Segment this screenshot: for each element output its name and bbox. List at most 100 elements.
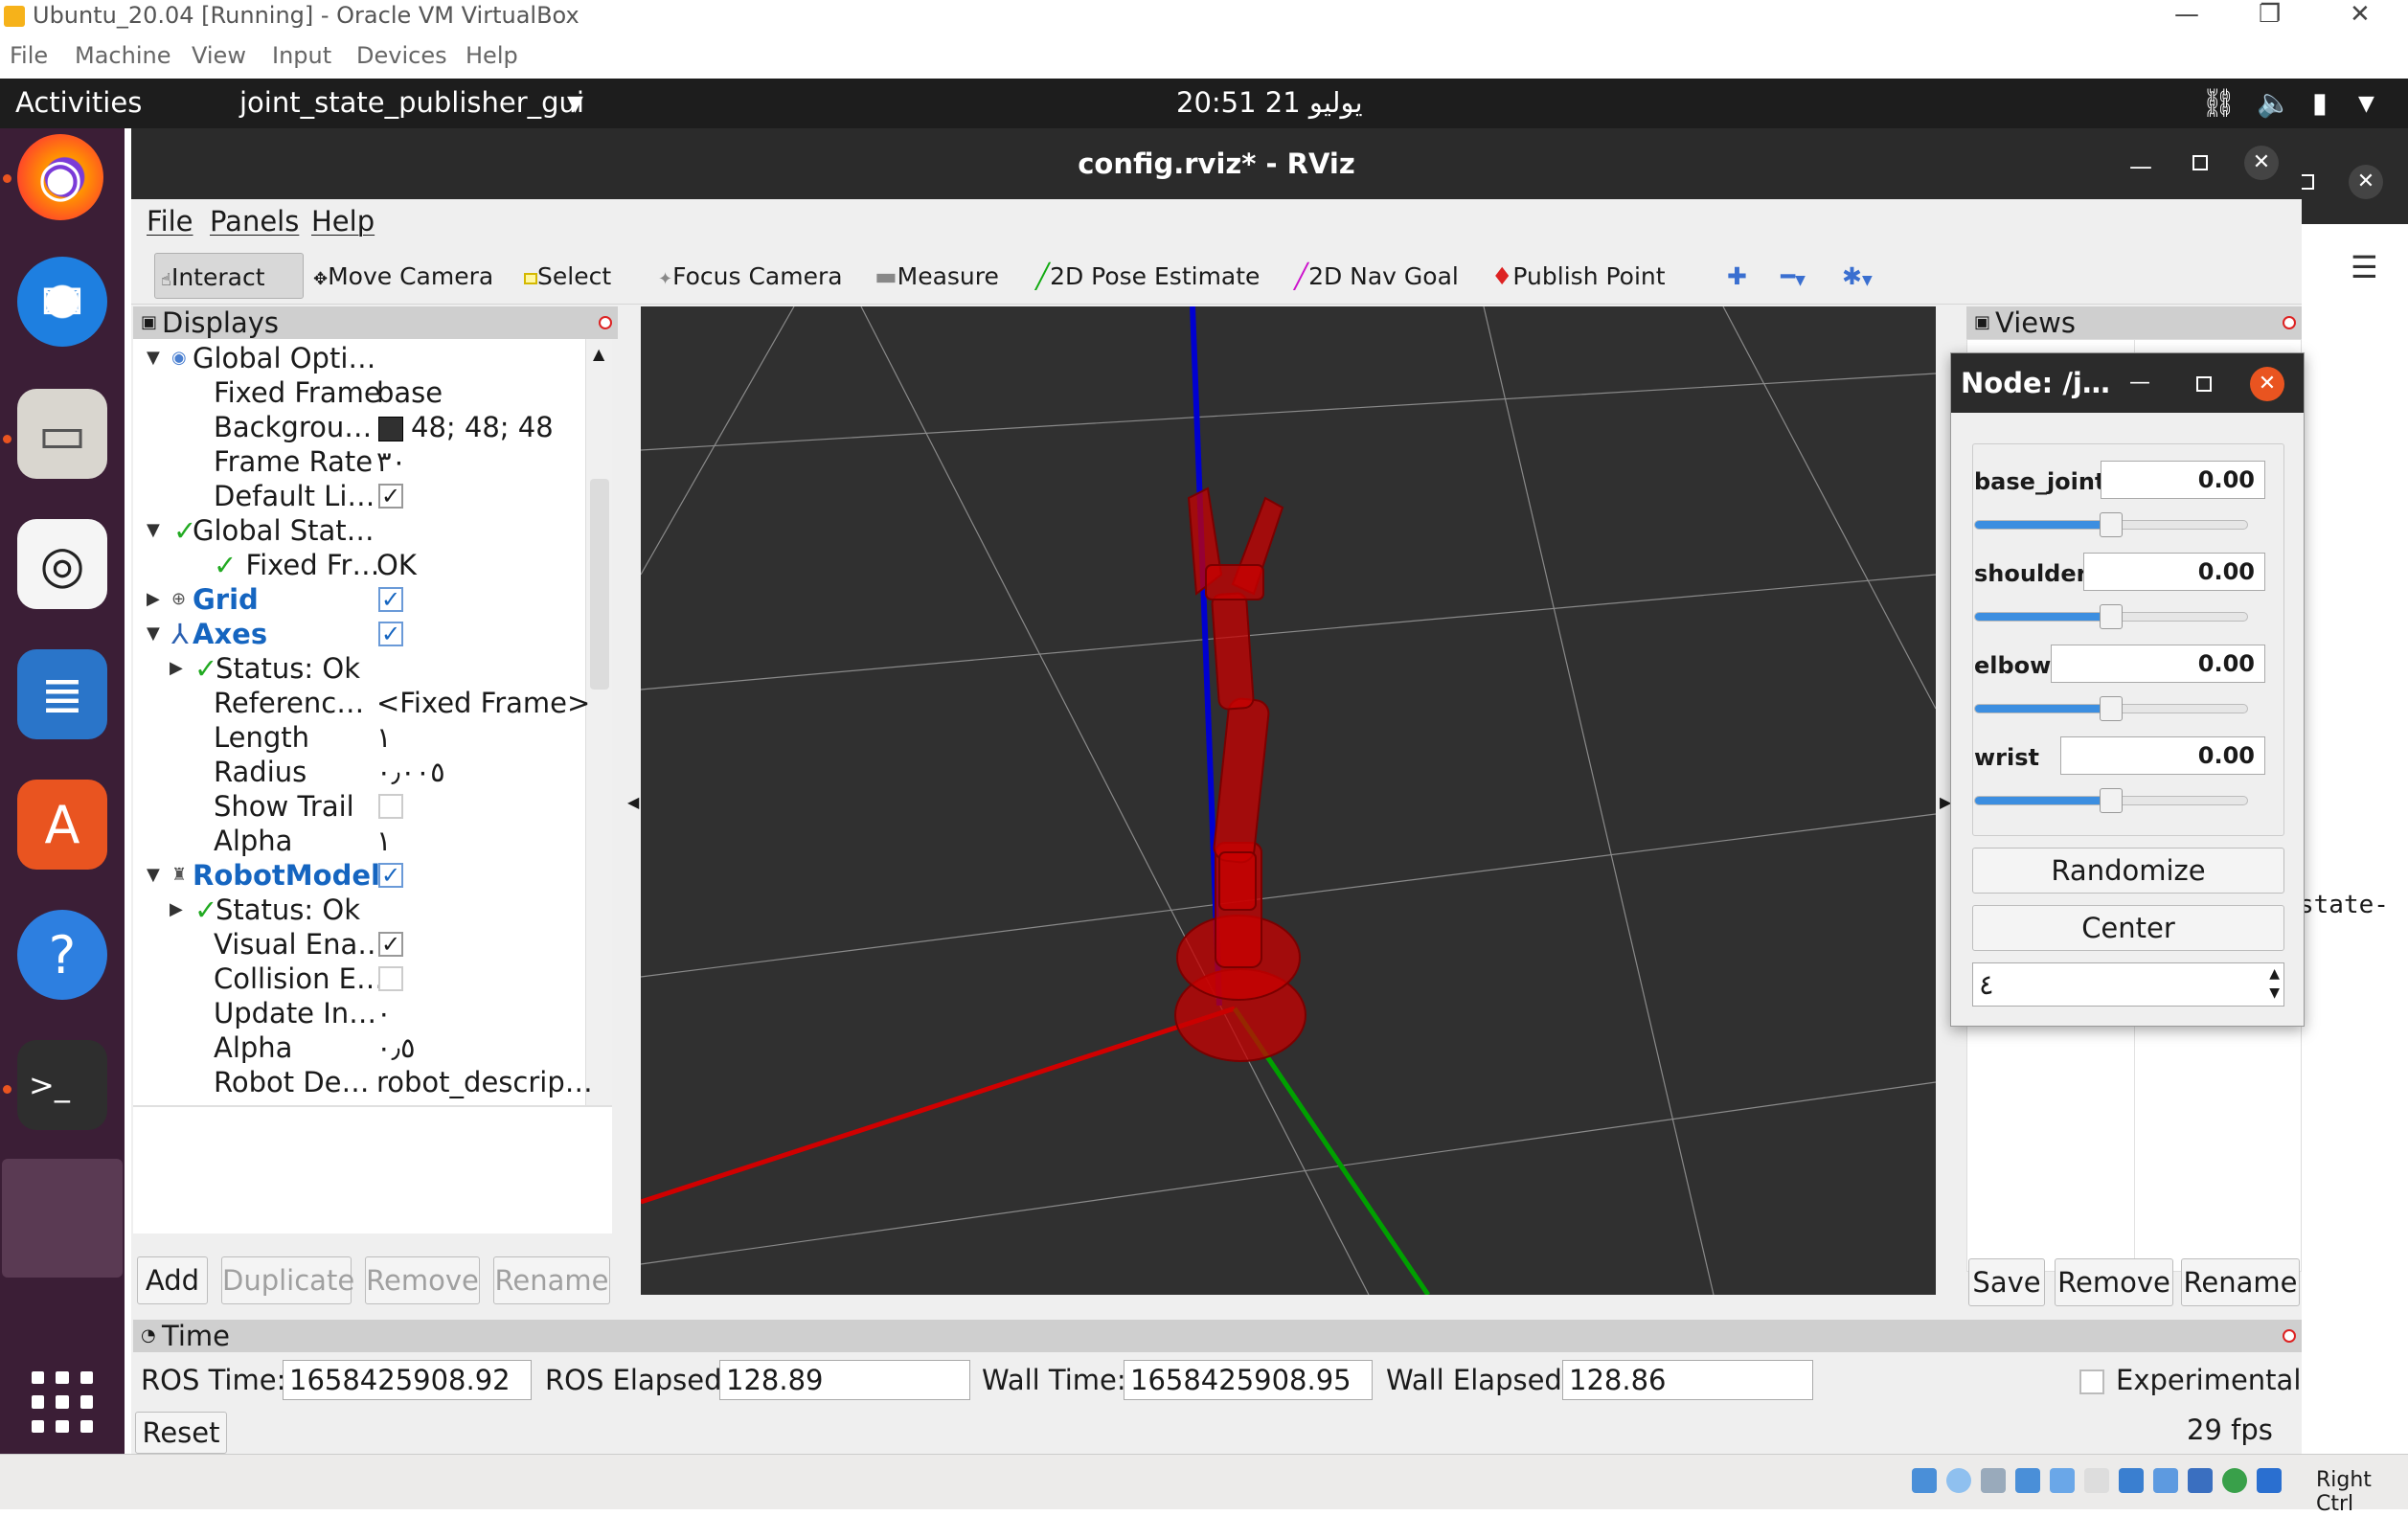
remove-view-button[interactable]: Remove [2055,1258,2173,1306]
rhythmbox-icon[interactable]: ◎ [17,519,107,609]
ros-elapsed-field[interactable]: 128.89 [719,1360,970,1400]
battery-icon[interactable]: ▮ [2312,86,2328,119]
close-icon[interactable]: ✕ [2244,146,2279,180]
tree-fixed-frame-status[interactable]: ✓ Fixed Fr… [214,548,379,582]
tree-robot-description[interactable]: Robot De… [214,1065,370,1099]
software-icon[interactable]: A [17,780,107,870]
joint-value-shoulder[interactable]: 0.00 [2083,553,2265,591]
menu-help[interactable]: Help [466,42,518,69]
expand-arrow-icon[interactable]: ▼ [147,341,160,375]
slider-handle[interactable] [2100,512,2123,537]
close-icon[interactable]: ✕ [2349,165,2383,199]
menu-devices[interactable]: Devices [356,42,447,69]
firefox-icon[interactable]: ◉ [17,134,103,220]
collision-enabled-checkbox[interactable] [378,966,403,991]
menu-help[interactable]: Help [311,205,375,238]
close-icon[interactable]: ✕ [2350,0,2371,29]
length-value[interactable]: ١ [376,720,392,755]
tool-publish-point[interactable]: ♦Publish Point [1486,253,1671,299]
audio-icon[interactable] [1981,1468,2006,1493]
add-tool-icon[interactable]: ✚ [1721,253,1753,299]
reset-button[interactable]: Reset [135,1412,227,1454]
files-icon[interactable]: ▭ [17,389,107,479]
robot-model-checkbox[interactable]: ✓ [378,863,403,888]
tool-select[interactable]: Select [518,253,617,299]
radius-value[interactable]: ٠٫٠٠٥ [376,755,445,789]
default-light-checkbox[interactable]: ✓ [378,484,403,509]
close-panel-icon[interactable] [599,316,612,329]
hamburger-menu-icon[interactable]: ☰ [2351,249,2378,285]
robot-description-value[interactable]: robot_descrip… [376,1065,593,1099]
joint-value-base[interactable]: 0.00 [2101,461,2265,499]
show-trail-checkbox[interactable] [378,794,403,819]
restore-icon[interactable]: ❐ [2259,0,2281,29]
minimize-icon[interactable]: — [2174,0,2199,29]
spin-down-icon[interactable]: ▼ [2269,984,2280,1002]
tool-focus-camera[interactable]: ✦Focus Camera [652,253,849,299]
remove-tool-icon[interactable]: ━▼ [1775,253,1811,299]
network-icon[interactable] [2015,1468,2040,1493]
joint-value-elbow[interactable]: 0.00 [2051,645,2265,683]
tool-interact[interactable]: ☝Interact [154,253,304,299]
system-menu-icon[interactable]: ▼ [2358,92,2374,116]
tree-collision-enabled[interactable]: Collision E… [214,962,384,996]
menu-file[interactable]: File [10,42,48,69]
network-icon[interactable]: ⛓ [2201,86,2237,120]
menu-machine[interactable]: Machine [75,42,170,69]
tool-measure[interactable]: ▬Measure [869,253,1005,299]
slider-handle[interactable] [2100,604,2123,629]
minimize-icon[interactable]: — [2129,371,2150,395]
menu-file[interactable]: File [147,205,193,238]
chevron-down-icon[interactable]: ▼ [567,92,583,116]
joint-slider-wrist[interactable] [1974,788,2248,813]
rename-display-button[interactable]: Rename [493,1256,610,1304]
rows-spinbox[interactable]: ٤ ▲ ▼ [1972,962,2284,1007]
menu-view[interactable]: View [192,42,246,69]
menu-panels[interactable]: Panels [210,205,299,238]
expand-arrow-icon[interactable]: ▶ [147,582,160,617]
frame-rate-value[interactable]: ٣٠ [376,444,406,479]
close-panel-icon[interactable] [2283,1329,2296,1343]
terminal-icon[interactable]: >_ [17,1040,107,1130]
update-interval-value[interactable]: ٠ [376,996,392,1030]
save-view-button[interactable]: Save [1968,1258,2045,1306]
spin-up-icon[interactable]: ▲ [2269,965,2280,983]
background-value[interactable]: 48; 48; 48 [411,410,554,444]
tree-frame-rate[interactable]: Frame Rate [214,444,373,479]
menu-input[interactable]: Input [272,42,331,69]
tool-move-camera[interactable]: ✥Move Camera [307,253,499,299]
color-swatch[interactable] [378,417,403,441]
grid-checkbox[interactable]: ✓ [378,587,403,612]
display-icon[interactable] [2119,1468,2144,1493]
hdd-icon[interactable] [1912,1468,1937,1493]
globe-icon[interactable] [2222,1468,2247,1493]
experimental-checkbox[interactable] [2079,1369,2104,1394]
close-icon[interactable]: ✕ [2250,367,2284,401]
joint-slider-shoulder[interactable] [1974,604,2248,629]
help-icon[interactable]: ? [17,910,107,1000]
center-button[interactable]: Center [1972,905,2284,951]
joint-slider-base[interactable] [1974,512,2248,537]
tree-alpha[interactable]: Alpha [214,824,292,858]
collapse-left-icon[interactable]: ◀ [627,793,639,811]
vt-x-icon[interactable] [2188,1468,2213,1493]
tree-default-light[interactable]: Default Li… [214,479,375,513]
expand-arrow-icon[interactable]: ▼ [147,617,160,651]
fixed-frame-value[interactable]: base [376,375,443,410]
optical-icon[interactable] [1946,1468,1971,1493]
randomize-button[interactable]: Randomize [1972,848,2284,894]
thunderbird-icon[interactable]: ✉ [17,257,107,347]
close-panel-icon[interactable] [2283,316,2296,329]
ros-time-field[interactable]: 1658425908.92 [283,1360,532,1400]
writer-icon[interactable]: ≣ [17,649,107,739]
expand-arrow-icon[interactable]: ▶ [170,651,183,686]
render-viewport[interactable] [641,306,1936,1295]
wall-time-field[interactable]: 1658425908.95 [1124,1360,1373,1400]
axes-checkbox[interactable]: ✓ [378,622,403,646]
expand-arrow-icon[interactable]: ▶ [170,893,183,927]
clock[interactable]: 20:51 21 يوليو [1176,86,1363,119]
tree-reference[interactable]: Referenc… [214,686,364,720]
tree-radius[interactable]: Radius [214,755,307,789]
maximize-icon[interactable] [2192,155,2208,170]
mouse-integration-icon[interactable] [2257,1468,2282,1493]
